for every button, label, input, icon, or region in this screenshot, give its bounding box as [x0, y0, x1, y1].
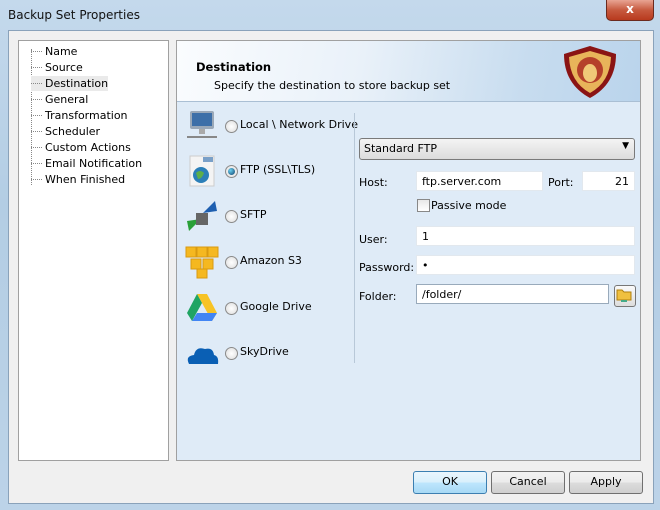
radio-skydrive[interactable]	[225, 347, 238, 360]
host-label: Host:	[359, 176, 388, 189]
radio-amazon-s3[interactable]	[225, 256, 238, 269]
option-label: FTP (SSL\TLS)	[240, 163, 316, 176]
folder-icon	[616, 289, 632, 302]
tree-item-general[interactable]: General	[31, 92, 88, 107]
panel-header: Destination Specify the destination to s…	[177, 41, 640, 102]
ftp-type-select[interactable]: Standard FTP ▼	[359, 138, 635, 160]
apply-button[interactable]: Apply	[569, 471, 643, 494]
skydrive-cloud-icon	[187, 348, 219, 364]
radio-sftp[interactable]	[225, 210, 238, 223]
option-label: SkyDrive	[240, 345, 289, 358]
ok-button[interactable]: OK	[413, 471, 487, 494]
window-title: Backup Set Properties	[8, 8, 140, 22]
settings-tree: Name Source Destination General Transfor…	[18, 40, 169, 461]
port-label: Port:	[548, 176, 574, 189]
computer-icon	[187, 111, 217, 138]
browse-folder-button[interactable]	[614, 285, 636, 307]
radio-google-drive[interactable]	[225, 302, 238, 315]
page-subtitle: Specify the destination to store backup …	[214, 79, 451, 92]
ftp-globe-icon	[189, 155, 215, 187]
host-input[interactable]: ftp.server.com	[416, 171, 543, 191]
page-title: Destination	[196, 60, 272, 74]
ftp-type-value: Standard FTP	[364, 142, 438, 155]
password-label: Password:	[359, 261, 415, 274]
port-input[interactable]: 21	[582, 171, 635, 191]
option-label: Amazon S3	[240, 254, 302, 267]
tree-item-source[interactable]: Source	[31, 60, 83, 75]
amazon-s3-icon	[185, 246, 219, 279]
user-label: User:	[359, 233, 388, 246]
folder-label: Folder:	[359, 290, 397, 303]
tree-item-destination[interactable]: Destination	[31, 76, 109, 91]
option-label: SFTP	[240, 208, 267, 221]
chevron-down-icon: ▼	[622, 141, 629, 151]
option-label: Google Drive	[240, 300, 312, 313]
folder-input[interactable]: /folder/	[416, 284, 609, 304]
google-drive-icon	[187, 294, 217, 321]
tree-item-transformation[interactable]: Transformation	[31, 108, 128, 123]
tree-item-name[interactable]: Name	[31, 44, 77, 59]
tree-item-when-finished[interactable]: When Finished	[31, 172, 125, 187]
divider	[354, 113, 355, 363]
radio-local[interactable]	[225, 120, 238, 133]
passive-mode-checkbox[interactable]	[417, 199, 430, 212]
sftp-lock-icon	[187, 201, 217, 231]
cancel-button[interactable]: Cancel	[491, 471, 565, 494]
lion-shield-logo-icon	[564, 46, 616, 98]
radio-ftp[interactable]	[225, 165, 238, 178]
dialog-window: Backup Set Properties x Name Source Dest…	[0, 0, 660, 510]
close-button[interactable]: x	[606, 0, 654, 21]
user-input[interactable]: 1	[416, 226, 635, 246]
tree-item-email-notification[interactable]: Email Notification	[31, 156, 142, 171]
tree-item-custom-actions[interactable]: Custom Actions	[31, 140, 131, 155]
password-input[interactable]: •	[416, 255, 635, 275]
option-label: Local \ Network Drive	[240, 118, 358, 131]
destination-panel: Destination Specify the destination to s…	[176, 40, 641, 461]
passive-mode-label: Passive mode	[431, 199, 507, 212]
tree-item-scheduler[interactable]: Scheduler	[31, 124, 100, 139]
